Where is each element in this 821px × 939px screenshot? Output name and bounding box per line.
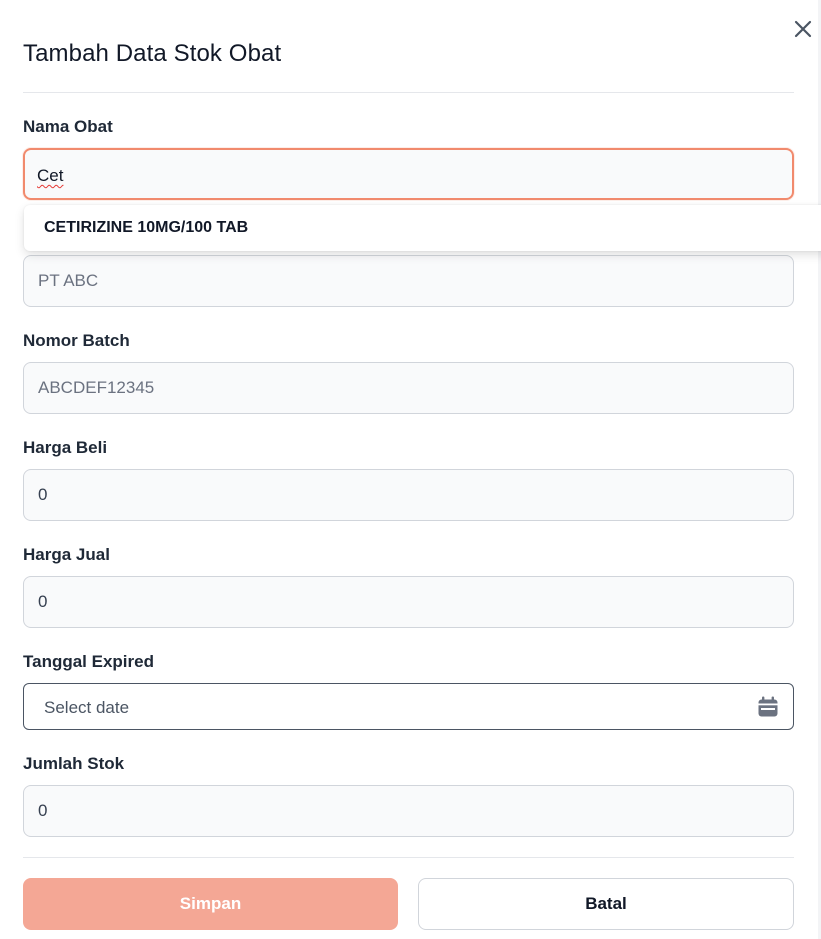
save-button[interactable]: Simpan — [23, 878, 398, 930]
harga-beli-input[interactable] — [23, 469, 794, 521]
calendar-icon[interactable] — [757, 696, 779, 718]
harga-beli-label: Harga Beli — [23, 438, 108, 457]
harga-jual-input[interactable] — [23, 576, 794, 628]
nomor-batch-input[interactable] — [23, 362, 794, 414]
autocomplete-dropdown: CETIRIZINE 10MG/100 TAB — [24, 205, 821, 251]
modal-title: Tambah Data Stok Obat — [23, 40, 282, 67]
nama-obat-label: Nama Obat — [23, 117, 113, 136]
jumlah-stok-label: Jumlah Stok — [23, 754, 125, 773]
close-button[interactable] — [790, 16, 816, 42]
jumlah-stok-input[interactable] — [23, 785, 794, 837]
nomor-batch-label: Nomor Batch — [23, 331, 130, 350]
harga-jual-label: Harga Jual — [23, 545, 110, 564]
add-stock-modal: Tambah Data Stok Obat Nama Obat Cet CETI… — [0, 0, 821, 939]
header-divider — [23, 92, 794, 93]
date-picker-input[interactable]: Select date — [23, 683, 794, 730]
footer-divider — [23, 857, 794, 858]
supplier-input[interactable] — [23, 255, 794, 307]
autocomplete-option[interactable]: CETIRIZINE 10MG/100 TAB — [44, 219, 248, 237]
close-icon[interactable] — [794, 20, 812, 38]
nama-obat-input[interactable] — [23, 148, 794, 200]
date-placeholder: Select date — [44, 698, 130, 717]
tanggal-expired-label: Tanggal Expired — [23, 652, 154, 671]
cancel-button[interactable]: Batal — [418, 878, 794, 930]
